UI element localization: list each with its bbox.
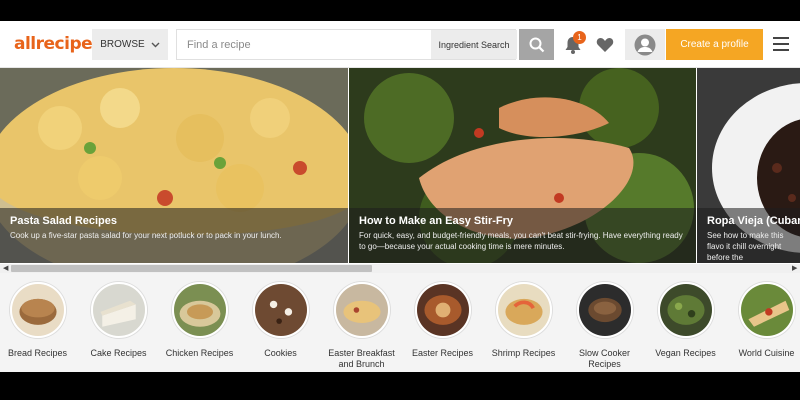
category-strip: Bread Recipes Cake Recipes Chicken Recip… [0,273,800,372]
category-label: Easter Breakfast and Brunch [328,348,395,369]
category-item[interactable]: Cookies [240,282,321,359]
scroll-right-arrow-icon[interactable]: ▶ [792,264,797,273]
notification-badge: 1 [573,31,586,44]
scroll-left-arrow-icon[interactable]: ◀ [3,264,8,273]
category-label: Vegan Recipes [655,348,716,358]
carousel-slide[interactable]: How to Make an Easy Stir-Fry For quick, … [349,68,696,263]
slide-caption: Ropa Vieja (Cuban B See how to make this… [697,208,800,263]
category-item[interactable]: Easter Breakfast and Brunch [321,282,402,370]
category-item[interactable]: Shrimp Recipes [483,282,564,359]
chicken-image [171,282,228,338]
category-item[interactable]: Cake Recipes [78,282,159,359]
slide-caption: Pasta Salad Recipes Cook up a five-star … [0,208,348,263]
logo-text: allrecipes [14,34,102,54]
category-label: Chicken Recipes [165,348,234,358]
category-label: Bread Recipes [7,348,68,358]
featured-carousel: Pasta Salad Recipes Cook up a five-star … [0,68,800,263]
world-cuisine-image [738,282,795,338]
category-label: Cookies [264,348,297,358]
heart-icon[interactable] [595,35,615,55]
slow-cooker-image [576,282,633,338]
slide-title[interactable]: Ropa Vieja (Cuban B [707,215,800,227]
carousel-scrollbar[interactable]: ◀ ▶ [0,264,800,273]
vegan-image [657,282,714,338]
search-input[interactable] [177,30,429,59]
category-item[interactable]: Vegan Recipes [645,282,726,359]
slide-description: For quick, easy, and budget-friendly mea… [359,231,683,251]
site-header: allrecipesⅰ BROWSE Ingredient Search 1 [0,21,800,68]
slide-title[interactable]: Pasta Salad Recipes [10,215,338,227]
easter-brunch-image [333,282,390,338]
slide-caption: How to Make an Easy Stir-Fry For quick, … [349,208,696,263]
category-item[interactable]: World Cuisine [726,282,800,359]
category-label: Shrimp Recipes [491,348,556,358]
category-item[interactable]: Easter Recipes [402,282,483,359]
category-label: Easter Recipes [411,348,474,358]
browse-button[interactable]: BROWSE [92,29,168,60]
browser-viewport: allrecipesⅰ BROWSE Ingredient Search 1 [0,21,800,372]
category-item[interactable]: Slow Cooker Recipes [564,282,645,370]
category-label: Slow Cooker Recipes [578,348,631,369]
bread-image [9,282,66,338]
search-button[interactable] [519,29,554,60]
search-box: Ingredient Search [176,29,517,60]
user-avatar-icon [634,34,656,55]
profile-avatar-button[interactable] [625,29,665,60]
create-profile-button[interactable]: Create a profile [666,29,763,60]
category-label: World Cuisine [738,348,795,358]
ingredient-search-label: Ingredient Search [438,39,510,50]
search-icon [529,37,544,52]
browse-label: BROWSE [100,39,145,50]
category-label: Cake Recipes [90,348,147,358]
slide-title[interactable]: How to Make an Easy Stir-Fry [359,215,686,227]
chevron-down-icon [151,42,160,47]
cookies-image [252,282,309,338]
cake-image [90,282,147,338]
category-item[interactable]: Bread Recipes [0,282,78,359]
slide-description: See how to make this flavo it chill over… [707,231,784,262]
slide-description: Cook up a five-star pasta salad for your… [10,231,282,240]
hamburger-menu-icon[interactable] [773,37,789,51]
create-profile-label: Create a profile [680,39,749,50]
category-item[interactable]: Chicken Recipes [159,282,240,359]
carousel-slide[interactable]: Ropa Vieja (Cuban B See how to make this… [697,68,800,263]
carousel-slide[interactable]: Pasta Salad Recipes Cook up a five-star … [0,68,348,263]
easter-image [414,282,471,338]
shrimp-image [495,282,552,338]
ingredient-search-button[interactable]: Ingredient Search [431,30,517,59]
scrollbar-thumb[interactable] [11,265,372,272]
